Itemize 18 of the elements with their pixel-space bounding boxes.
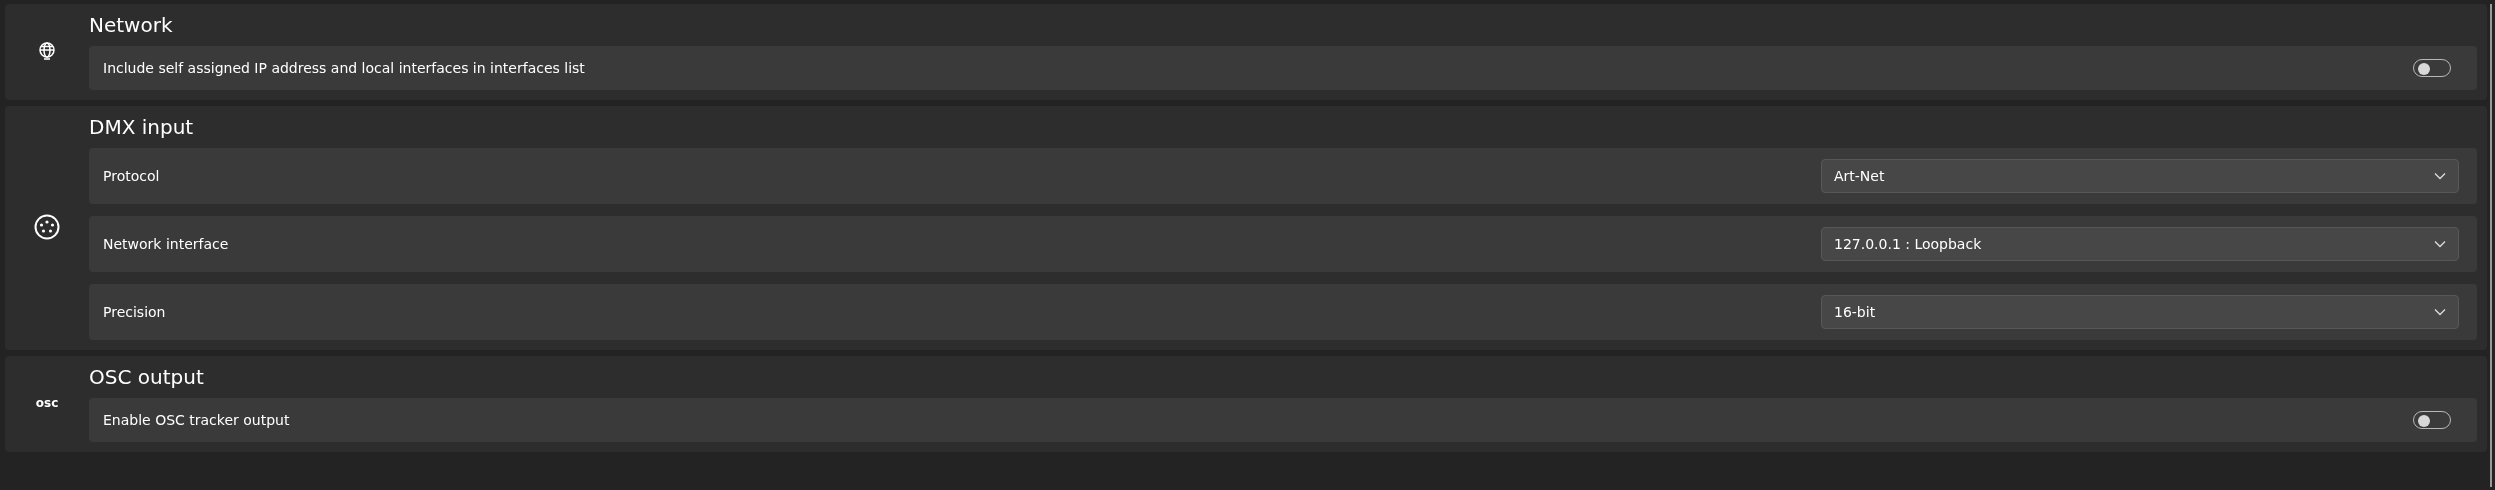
dropdown[interactable]: 16-bit <box>1821 295 2459 329</box>
setting-label: Enable OSC tracker output <box>103 412 290 428</box>
dropdown[interactable]: Art-Net <box>1821 159 2459 193</box>
dropdown[interactable]: 127.0.0.1 : Loopback <box>1821 227 2459 261</box>
section-icon: osc <box>35 396 59 410</box>
setting-label: Include self assigned IP address and local interfaces in interfaces list <box>103 60 585 76</box>
chevron-down-icon <box>2434 308 2446 316</box>
section-title: OSC output <box>89 364 205 390</box>
globe-icon <box>37 41 57 61</box>
scrollbar[interactable] <box>2490 4 2492 487</box>
section-title: DMX input <box>89 114 195 140</box>
dmx-connector-icon <box>34 214 60 240</box>
section-title: Network <box>89 12 174 38</box>
chevron-down-icon <box>2434 240 2446 248</box>
setting-label: Precision <box>103 304 166 320</box>
setting-label: Network interface <box>103 236 229 252</box>
chevron-down-icon <box>2434 172 2446 180</box>
setting-label: Protocol <box>103 168 160 184</box>
